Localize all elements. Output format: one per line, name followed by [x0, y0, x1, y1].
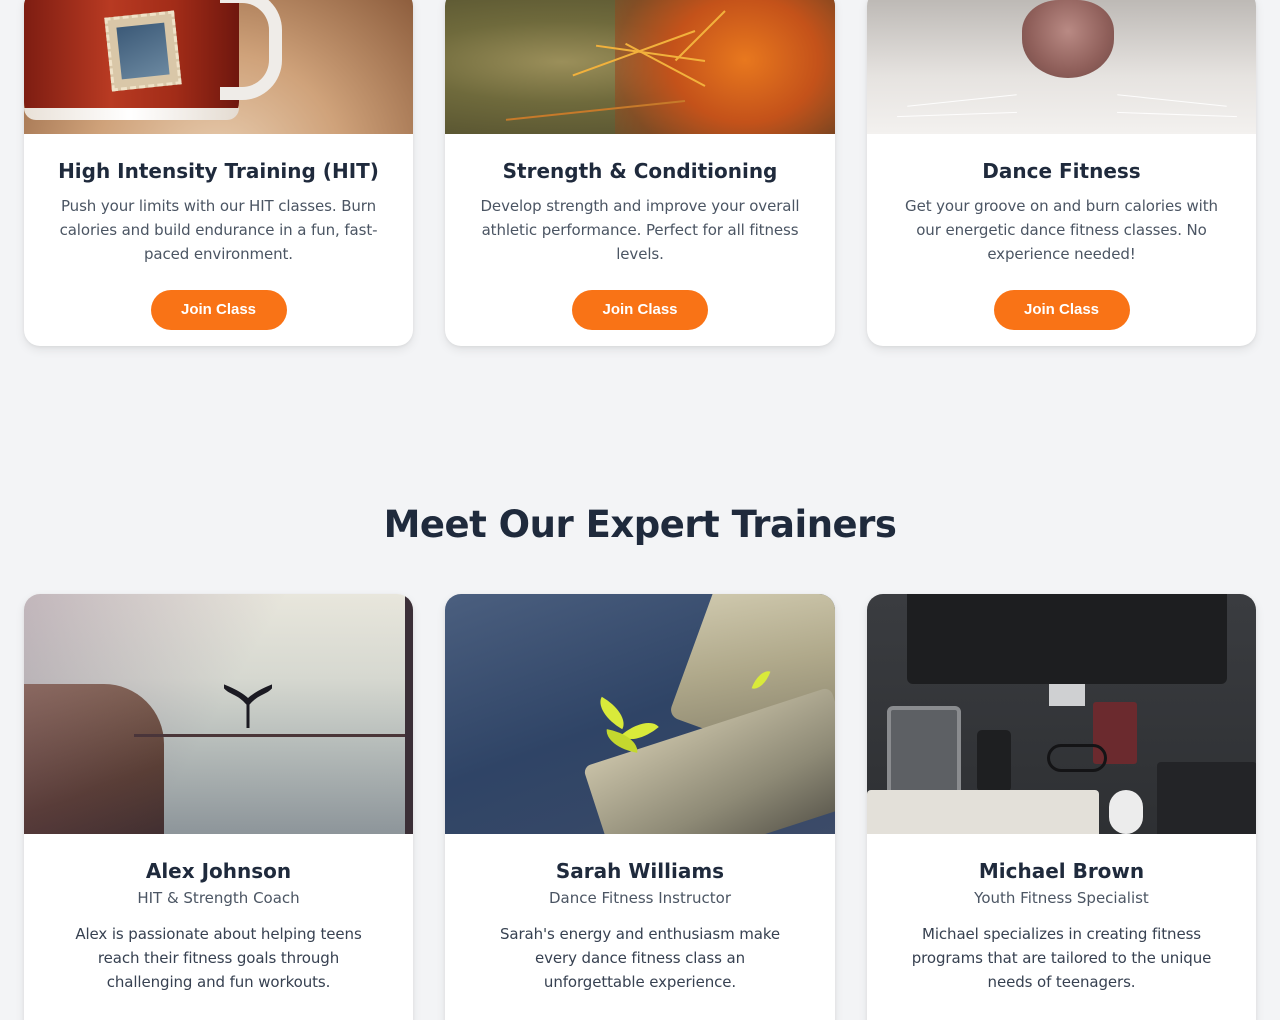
cactus-glow-shape: [615, 0, 835, 134]
trainer-card-sarah: Sarah Williams Dance Fitness Instructor …: [445, 594, 835, 1020]
trainer-name: Alex Johnson: [145, 859, 292, 883]
phone-shape: [977, 730, 1011, 792]
trainer-photo-sarah: [445, 594, 835, 834]
class-card-hit: High Intensity Training (HIT) Push your …: [24, 0, 413, 346]
class-card-strength: Strength & Conditioning Develop strength…: [445, 0, 835, 346]
monitor-shape: [907, 594, 1227, 684]
drawing-pad-shape: [1157, 762, 1256, 834]
class-title: High Intensity Training (HIT): [58, 159, 379, 183]
trainer-card-alex: Alex Johnson HIT & Strength Coach Alex i…: [24, 594, 413, 1020]
mouse-shape: [1109, 790, 1143, 834]
stamp-shape: [104, 10, 182, 92]
class-card-dance: Dance Fitness Get your groove on and bur…: [867, 0, 1256, 346]
trainer-card-michael: Michael Brown Youth Fitness Specialist M…: [867, 594, 1256, 1020]
class-title: Dance Fitness: [982, 159, 1141, 183]
class-description: Get your groove on and burn calories wit…: [905, 197, 1218, 263]
mug-handle-shape: [220, 0, 282, 100]
join-class-button[interactable]: Join Class: [993, 290, 1130, 330]
join-class-button[interactable]: Join Class: [150, 290, 287, 330]
trainer-name: Michael Brown: [978, 859, 1145, 883]
join-class-button[interactable]: Join Class: [572, 290, 708, 330]
classes-grid: High Intensity Training (HIT) Push your …: [24, 0, 1256, 346]
cat-nose-shape: [1022, 0, 1114, 78]
mug-rim-shape: [24, 108, 239, 120]
leaf-icon: [592, 696, 632, 730]
trainer-bio: Alex is passionate about helping teens r…: [75, 925, 362, 991]
class-description: Push your limits with our HIT classes. B…: [59, 197, 378, 263]
glasses-shape: [1047, 744, 1107, 772]
trainer-role: HIT & Strength Coach: [137, 889, 300, 907]
keyboard-shape: [867, 790, 1099, 834]
class-image-dance: [867, 0, 1256, 134]
trainer-bio: Sarah's energy and enthusiasm make every…: [499, 925, 781, 991]
trainer-bio: Michael specializes in creating fitness …: [911, 925, 1212, 991]
class-title: Strength & Conditioning: [502, 159, 778, 183]
class-image-hit: [24, 0, 413, 134]
trainer-photo-alex: [24, 594, 413, 834]
trainer-role: Youth Fitness Specialist: [974, 889, 1149, 907]
trainers-section-title: Meet Our Expert Trainers: [383, 503, 897, 546]
trainer-role: Dance Fitness Instructor: [549, 889, 731, 907]
class-description: Develop strength and improve your overal…: [480, 197, 800, 263]
trainer-photo-michael: [867, 594, 1256, 834]
trainers-grid: Alex Johnson HIT & Strength Coach Alex i…: [24, 594, 1256, 1020]
class-image-strength: [445, 0, 835, 134]
trainer-name: Sarah Williams: [555, 859, 725, 883]
